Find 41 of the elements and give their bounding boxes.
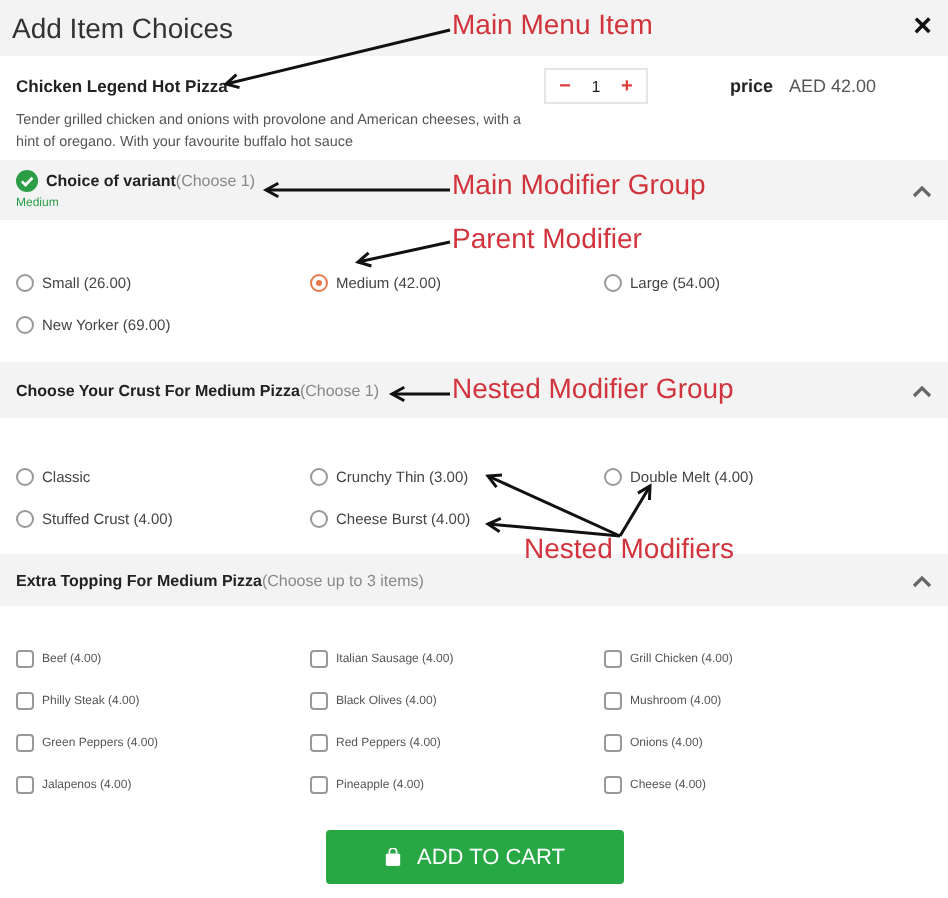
close-button[interactable]: ×: [909, 10, 936, 46]
checkbox[interactable]: [604, 692, 622, 710]
checkbox[interactable]: [16, 776, 34, 794]
annotation-label: Nested Modifier Group: [452, 372, 734, 404]
radio-button[interactable]: [310, 510, 328, 528]
radio-button[interactable]: [16, 274, 34, 292]
radio-button[interactable]: [310, 468, 328, 486]
checkbox[interactable]: [310, 776, 328, 794]
group-title: Choice of variant(Choose 1): [46, 172, 255, 190]
price-label: price: [729, 76, 773, 96]
group-title: Choose Your Crust For Medium Pizza(Choose 1): [16, 381, 380, 399]
radio-button[interactable]: [310, 274, 328, 292]
checkbox[interactable]: [16, 734, 34, 752]
radio-button[interactable]: [16, 510, 34, 528]
annotation-arrow: [354, 240, 451, 268]
checkbox[interactable]: [310, 734, 328, 752]
checkbox[interactable]: [604, 734, 622, 752]
radio-button[interactable]: [604, 468, 622, 486]
price-value: AED 42.00: [788, 76, 876, 96]
chevron-icon[interactable]: [912, 383, 932, 397]
annotation-label: Parent Modifier: [452, 222, 642, 254]
annotation-arrow: [388, 385, 450, 403]
chevron-icon[interactable]: [912, 573, 932, 587]
annotation-label: Main Menu Item: [452, 8, 653, 40]
checkbox[interactable]: [604, 776, 622, 794]
radio-button[interactable]: [604, 274, 622, 292]
annotation-label: Main Modifier Group: [452, 168, 706, 200]
item-name: Chicken Legend Hot Pizza: [16, 76, 230, 96]
checkbox[interactable]: [16, 650, 34, 668]
radio-button[interactable]: [16, 316, 34, 334]
group-title: Extra Topping For Medium Pizza(Choose up to 3 items): [16, 571, 424, 589]
checkbox[interactable]: [604, 650, 622, 668]
chevron-icon[interactable]: [912, 183, 932, 197]
increase-button[interactable]: +: [615, 75, 639, 97]
quantity-value: 1: [591, 77, 601, 95]
checkbox[interactable]: [310, 650, 328, 668]
decrease-button[interactable]: −: [553, 75, 577, 97]
dialog-title: Add Item Choices: [12, 12, 233, 44]
radio-button[interactable]: [16, 468, 34, 486]
checkbox[interactable]: [16, 692, 34, 710]
checkbox[interactable]: [310, 692, 328, 710]
